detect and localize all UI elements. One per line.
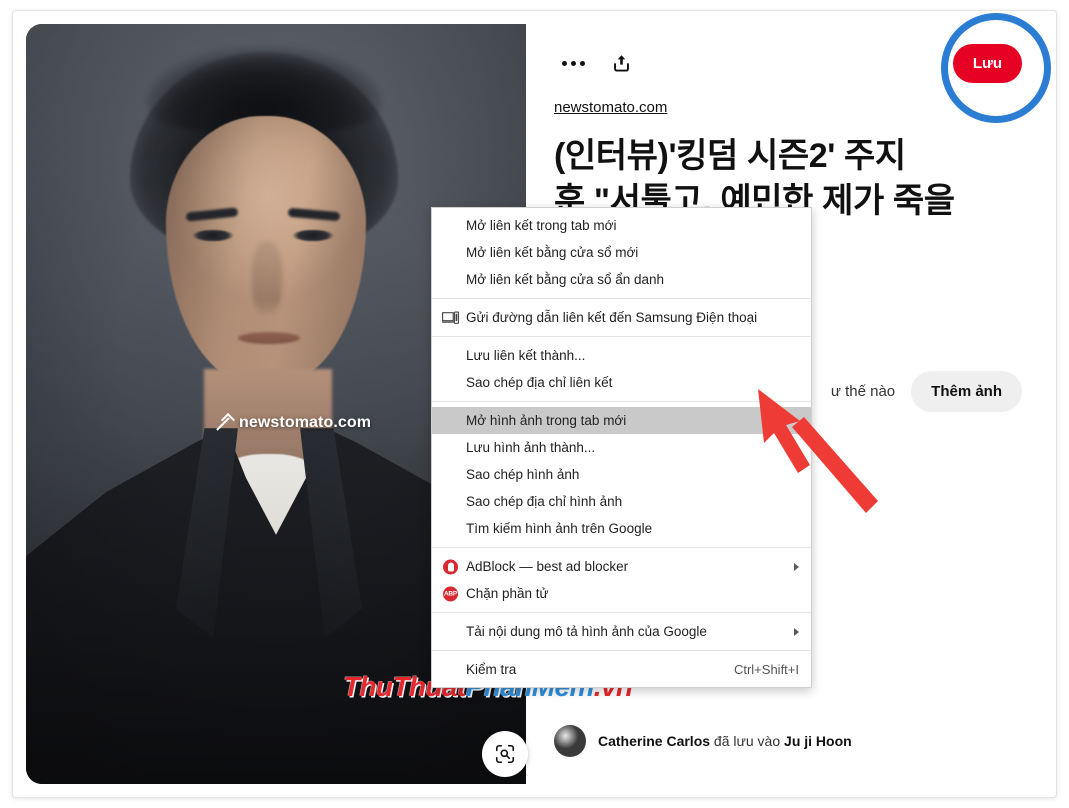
share-upload-icon	[613, 55, 629, 72]
context-menu-item-label: Mở liên kết trong tab mới	[466, 218, 617, 233]
add-photo-button[interactable]: Thêm ảnh	[911, 371, 1022, 412]
context-menu-item[interactable]: Sao chép địa chỉ hình ảnh	[432, 488, 811, 515]
context-menu-item[interactable]: Mở liên kết bằng cửa sổ mới	[432, 239, 811, 266]
adblock-icon	[442, 558, 459, 575]
context-menu-item[interactable]: Sao chép hình ảnh	[432, 461, 811, 488]
menu-separator	[432, 612, 811, 613]
adblock-plus-icon: ABP	[442, 585, 459, 602]
context-menu-item-label: Lưu liên kết thành...	[466, 348, 586, 363]
three-dots-icon-dot3	[579, 60, 585, 66]
context-menu-item[interactable]: Kiểm tra Ctrl+Shift+I	[432, 656, 811, 683]
context-menu-item[interactable]: Mở hình ảnh trong tab mới	[432, 407, 811, 434]
saver-name: Catherine Carlos	[598, 733, 711, 749]
context-menu-item[interactable]: Lưu hình ảnh thành...	[432, 434, 811, 461]
menu-separator	[432, 336, 811, 337]
context-menu-item[interactable]: ABP Chặn phần tử	[432, 580, 811, 607]
saver-board-name[interactable]: Ju ji Hoon	[784, 733, 852, 749]
context-menu-item-label: Lưu hình ảnh thành...	[466, 440, 596, 455]
context-menu-item[interactable]: Sao chép địa chỉ liên kết	[432, 369, 811, 396]
menu-separator	[432, 401, 811, 402]
avatar[interactable]	[554, 725, 586, 757]
image-source-label: newstomato.com	[239, 414, 372, 431]
context-menu-item-label: AdBlock — best ad blocker	[466, 559, 629, 574]
context-menu[interactable]: Mở liên kết trong tab mới Mở liên kết bằn…	[431, 207, 812, 688]
context-menu-item[interactable]: Gửi đường dẫn liên kết đến Samsung Điện …	[432, 304, 811, 331]
context-menu-item-label: Sao chép địa chỉ hình ảnh	[466, 494, 623, 509]
context-menu-item-label: Gửi đường dẫn liên kết đến Samsung Điện …	[466, 310, 758, 325]
three-dots-icon	[561, 60, 567, 66]
context-menu-item-label: Chặn phần tử	[466, 586, 549, 601]
add-photo-hint-text: ư thế nào	[830, 383, 896, 400]
context-menu-item-label: Mở hình ảnh trong tab mới	[466, 413, 627, 428]
source-link[interactable]: newstomato.com	[554, 99, 667, 116]
context-menu-item[interactable]: Mở liên kết trong tab mới	[432, 212, 811, 239]
share-button[interactable]	[602, 44, 640, 82]
context-menu-item-label: Sao chép địa chỉ liên kết	[466, 375, 613, 390]
screenshot-root: newstomato.com ThuThuatPhanMem.vn	[0, 0, 1069, 808]
save-button[interactable]: Lưu	[952, 43, 1022, 83]
visual-search-lens-icon	[495, 744, 515, 764]
arrow-northeast-icon	[216, 416, 231, 431]
image-source-overlay: newstomato.com	[216, 414, 371, 432]
context-menu-item-label: Tìm kiếm hình ảnh trên Google	[466, 521, 653, 536]
context-menu-item[interactable]: Tìm kiếm hình ảnh trên Google	[432, 515, 811, 542]
menu-separator	[432, 298, 811, 299]
saver-info-row: Catherine Carlos đã lưu vào Ju ji Hoon	[554, 725, 852, 757]
chevron-right-icon	[794, 562, 799, 571]
context-menu-item-label: Mở liên kết bằng cửa sổ ẩn danh	[466, 272, 665, 287]
menu-separator	[432, 547, 811, 548]
context-menu-item[interactable]: AdBlock — best ad blocker	[432, 553, 811, 580]
context-menu-item[interactable]: Tải nội dung mô tả hình ảnh của Google	[432, 618, 811, 645]
context-menu-item-label: Mở liên kết bằng cửa sổ mới	[466, 245, 639, 260]
menu-separator	[432, 650, 811, 651]
context-menu-item-label: Sao chép hình ảnh	[466, 467, 580, 482]
context-menu-item[interactable]: Lưu liên kết thành...	[432, 342, 811, 369]
saver-text: Catherine Carlos đã lưu vào Ju ji Hoon	[598, 733, 852, 749]
context-menu-item[interactable]: Mở liên kết bằng cửa sổ ẩn danh	[432, 266, 811, 293]
pin-detail-card: newstomato.com ThuThuatPhanMem.vn	[12, 10, 1057, 798]
chevron-right-icon	[794, 627, 799, 636]
context-menu-item-label: Tải nội dung mô tả hình ảnh của Google	[466, 624, 707, 639]
pin-action-bar: Lưu	[554, 41, 1022, 85]
three-dots-icon-dot2	[570, 60, 576, 66]
visual-search-button[interactable]	[482, 731, 528, 777]
more-options-button[interactable]	[554, 44, 592, 82]
cast-to-device-icon	[442, 309, 459, 326]
context-menu-item-label: Kiểm tra	[466, 662, 517, 677]
context-menu-item-shortcut: Ctrl+Shift+I	[733, 662, 799, 677]
saver-middle-text: đã lưu vào	[710, 733, 785, 749]
